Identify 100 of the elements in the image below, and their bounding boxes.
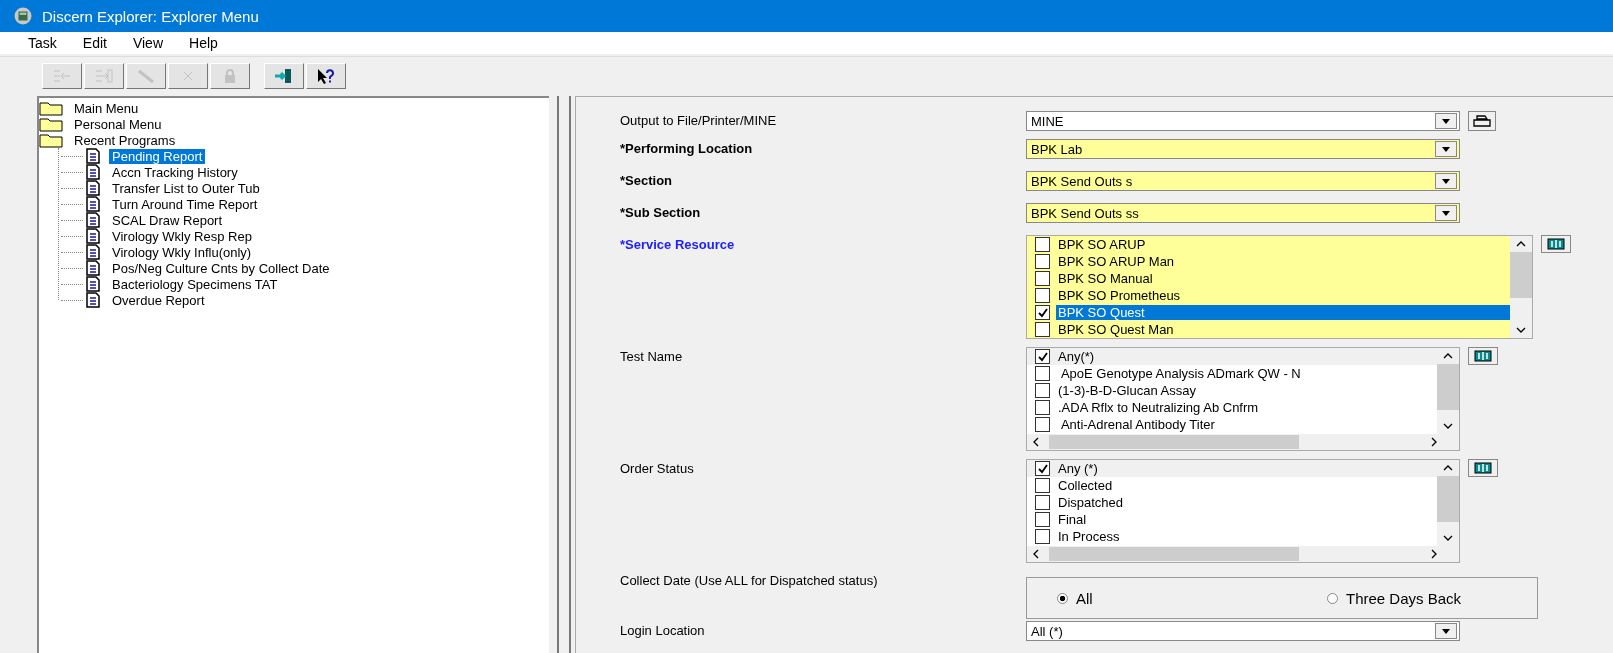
list-item[interactable]: Any(*) — [1027, 348, 1437, 365]
tree-item[interactable]: Transfer List to Outer Tub — [39, 180, 549, 196]
list-item[interactable]: (1-3)-B-D-Glucan Assay — [1027, 382, 1437, 399]
field-label: *Service Resource — [620, 236, 736, 254]
checkbox[interactable] — [1035, 322, 1050, 337]
radio-option[interactable]: All — [1027, 589, 1267, 607]
checkbox[interactable] — [1035, 383, 1050, 398]
tree-item[interactable]: Accn Tracking History — [39, 164, 549, 180]
toolbar-button[interactable] — [264, 62, 304, 89]
tree-item[interactable]: Overdue Report — [39, 292, 549, 308]
scrollbar[interactable] — [1027, 546, 1459, 562]
tree-item[interactable]: Virology Wkly Influ(only) — [39, 244, 549, 260]
exit-door-icon — [274, 67, 294, 84]
checkbox[interactable] — [1035, 478, 1050, 493]
list-item[interactable]: .ADA Rflx to Neutralizing Ab Cnfrm — [1027, 399, 1437, 416]
tree-item[interactable]: Pos/Neg Culture Cnts by Collect Date — [39, 260, 549, 276]
list-item[interactable]: BPK SO ARUP Man — [1027, 253, 1510, 270]
field-label: Collect Date (Use ALL for Dispatched status) — [620, 572, 879, 590]
list-item[interactable]: BPK SO Quest Man — [1027, 321, 1510, 338]
checkbox[interactable] — [1035, 288, 1050, 303]
menu-item[interactable]: Help — [189, 34, 218, 51]
checkbox[interactable] — [1035, 305, 1050, 320]
window-title: Discern Explorer: Explorer Menu — [42, 7, 259, 25]
dropdown[interactable]: BPK Lab — [1026, 139, 1460, 159]
document-icon — [85, 212, 101, 228]
checkbox[interactable] — [1035, 461, 1050, 476]
checkbox[interactable] — [1035, 512, 1050, 527]
splitter[interactable] — [557, 96, 571, 653]
caret-icon — [1442, 146, 1450, 152]
tree-item[interactable]: Personal Menu — [39, 116, 549, 132]
tree-item[interactable]: Pending Report — [39, 148, 549, 164]
dropdown[interactable]: All (*) — [1026, 621, 1460, 641]
app-icon — [14, 7, 32, 26]
chevron-up-icon — [1443, 353, 1453, 359]
printer-button[interactable] — [1468, 111, 1496, 131]
chevron-left-icon — [1033, 437, 1039, 447]
document-icon — [85, 260, 101, 276]
list-item[interactable]: Any (*) — [1027, 460, 1437, 477]
field-label: Login Location — [620, 622, 706, 640]
document-icon — [85, 228, 101, 244]
select-all-button[interactable] — [1468, 459, 1498, 477]
folder-icon — [39, 116, 63, 132]
field-label: Test Name — [620, 348, 684, 366]
menu-item[interactable]: Edit — [82, 34, 107, 51]
dropdown[interactable]: BPK Send Outs s — [1026, 171, 1460, 191]
insert-left-icon — [52, 67, 72, 84]
radio-option[interactable]: Three Days Back — [1297, 589, 1537, 607]
list-item[interactable]: Final — [1027, 511, 1437, 528]
tree-item[interactable]: Recent Programs — [39, 132, 549, 148]
select-all-button[interactable] — [1468, 347, 1498, 365]
list-item[interactable]: Anti-Adrenal Antibody Titer — [1027, 416, 1437, 433]
caret-icon — [1442, 210, 1450, 216]
field-label: Output to File/Printer/MINE — [620, 112, 778, 130]
scrollbar[interactable] — [1437, 348, 1459, 434]
document-icon — [85, 276, 101, 292]
scrollbar[interactable] — [1027, 434, 1459, 450]
list-item[interactable]: In Process — [1027, 528, 1437, 545]
dropdown[interactable]: MINE — [1026, 111, 1460, 131]
list-item[interactable]: ApoE Genotype Analysis ADmark QW - N — [1027, 365, 1437, 382]
scrollbar[interactable] — [1510, 236, 1532, 338]
tree-item[interactable]: Bacteriology Specimens TAT — [39, 276, 549, 292]
list-item[interactable]: BPK SO ARUP — [1027, 236, 1510, 253]
checkbox[interactable] — [1035, 495, 1050, 510]
tree-item[interactable]: Virology Wkly Resp Rep — [39, 228, 549, 244]
document-icon — [85, 244, 101, 260]
menu-item[interactable]: View — [132, 34, 163, 51]
dropdown[interactable]: BPK Send Outs ss — [1026, 203, 1460, 223]
checkbox[interactable] — [1035, 400, 1050, 415]
list-item[interactable]: BPK SO Manual — [1027, 270, 1510, 287]
field-label: *Section — [620, 172, 673, 190]
tree-item[interactable]: Main Menu — [39, 100, 549, 116]
chevron-down-icon — [1516, 327, 1526, 333]
chevron-right-icon — [1431, 549, 1437, 559]
chevron-up-icon — [1516, 241, 1526, 247]
chevron-left-icon — [1033, 549, 1039, 559]
insert-right-icon — [94, 67, 114, 84]
chevron-down-icon — [1443, 535, 1453, 541]
checkbox[interactable] — [1035, 529, 1050, 544]
tree-item[interactable]: Turn Around Time Report — [39, 196, 549, 212]
select-all-button[interactable] — [1541, 235, 1571, 253]
tree-item[interactable]: SCAL Draw Report — [39, 212, 549, 228]
chevron-up-icon — [1443, 465, 1453, 471]
checkbox[interactable] — [1035, 349, 1050, 364]
document-icon — [85, 180, 101, 196]
menu-item[interactable]: Task — [28, 34, 57, 51]
list-item[interactable]: Collected — [1027, 477, 1437, 494]
chevron-right-icon — [1431, 437, 1437, 447]
list-item[interactable]: BPK SO Prometheus — [1027, 287, 1510, 304]
checkbox[interactable] — [1035, 417, 1050, 432]
caret-icon — [1442, 118, 1450, 124]
scrollbar[interactable] — [1437, 460, 1459, 546]
list-item[interactable]: Dispatched — [1027, 494, 1437, 511]
caret-icon — [1442, 628, 1450, 634]
checkbox[interactable] — [1035, 366, 1050, 381]
document-icon — [85, 164, 101, 180]
checkbox[interactable] — [1035, 271, 1050, 286]
help-pointer-icon — [316, 67, 336, 84]
checkbox[interactable] — [1035, 254, 1050, 269]
toolbar-button[interactable] — [306, 62, 346, 89]
checkbox[interactable] — [1035, 237, 1050, 252]
